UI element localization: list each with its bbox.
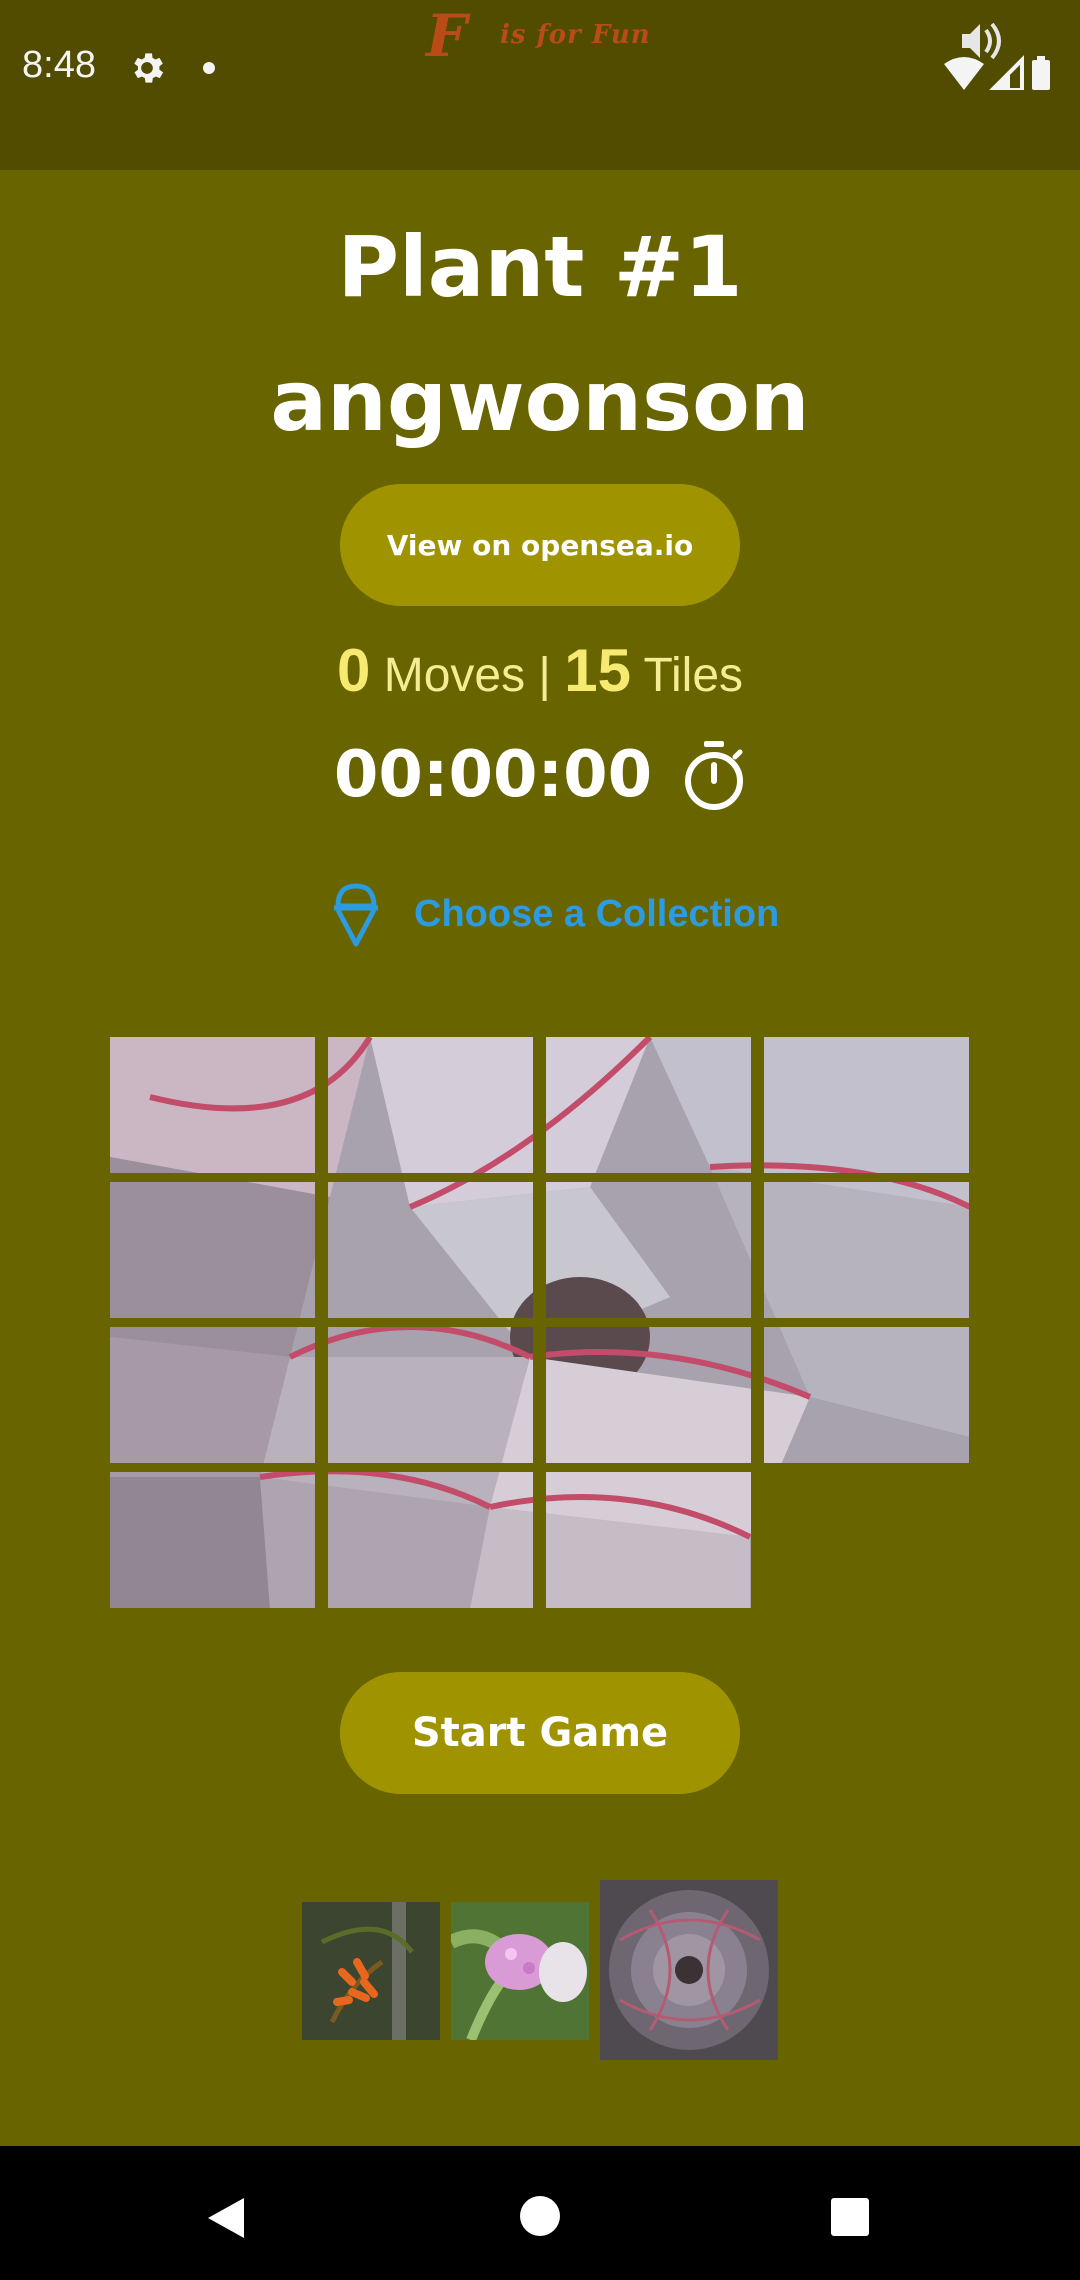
timer-row: 00:00:00 [0,730,1080,820]
timer: 00:00:00 [333,738,653,812]
puzzle-tile[interactable] [546,1327,751,1463]
stats-separator: | [538,649,551,702]
brand-logo: F is for Fun [426,2,666,70]
puzzle-thumbnails [0,1880,1080,2060]
puzzle-tile[interactable] [764,1182,969,1318]
puzzle-tile[interactable] [328,1327,533,1463]
puzzle-tile[interactable] [328,1037,533,1173]
home-icon[interactable] [520,2196,560,2236]
succulent-image [600,1880,778,2060]
moves-count: 0 [336,637,371,704]
brand-letter: F [426,2,468,70]
puzzle-tile[interactable] [328,1472,533,1608]
tiles-count: 15 [564,637,631,704]
tiles-label: Tiles [643,649,744,702]
thumbnail-pink-flower[interactable] [451,1902,589,2040]
puzzle-board [110,1037,970,1609]
choose-collection-label: Choose a Collection [414,892,780,935]
wifi-icon [944,57,984,90]
pink-flower-image [451,1902,589,2040]
puzzle-tile[interactable] [110,1472,315,1608]
status-bar: 8:48 F is for Fun [0,0,1080,170]
clock: 8:48 [22,44,96,86]
settings-gear-icon [134,53,164,83]
stopwatch-icon [685,741,744,810]
thumbnail-orange-flower[interactable] [302,1902,440,2040]
puzzle-tile[interactable] [110,1182,315,1318]
back-icon[interactable] [204,2194,248,2242]
page-title: Plant #1 [337,218,743,316]
notification-dot-icon [203,62,215,74]
puzzle-tile[interactable] [546,1182,751,1318]
puzzle-tile[interactable] [328,1182,533,1318]
brand-text: is for Fun [500,20,651,50]
recent-apps-icon[interactable] [831,2198,869,2236]
view-on-opensea-button[interactable]: View on opensea.io [340,484,740,606]
puzzle-tile[interactable] [546,1472,751,1608]
thumbnail-succulent[interactable] [600,1880,778,2060]
puzzle-tile[interactable] [764,1037,969,1173]
ice-cream-cone-icon [334,883,378,947]
puzzle-tile[interactable] [546,1037,751,1173]
owner-name: angwonson [270,352,810,450]
moves-label: Moves [383,649,526,702]
battery-icon [1032,60,1050,90]
orange-flower-image [302,1902,440,2040]
puzzle-tile[interactable] [110,1327,315,1463]
volume-icon [962,22,1001,60]
stats-line: 0 Moves | 15 Tiles [0,636,1080,705]
system-nav-bar [0,2146,1080,2280]
puzzle-tile[interactable] [764,1327,969,1463]
puzzle-tile[interactable] [110,1037,315,1173]
choose-collection-link[interactable]: Choose a Collection [328,878,779,950]
start-game-button[interactable]: Start Game [340,1672,740,1794]
system-status-icons [944,22,1050,90]
